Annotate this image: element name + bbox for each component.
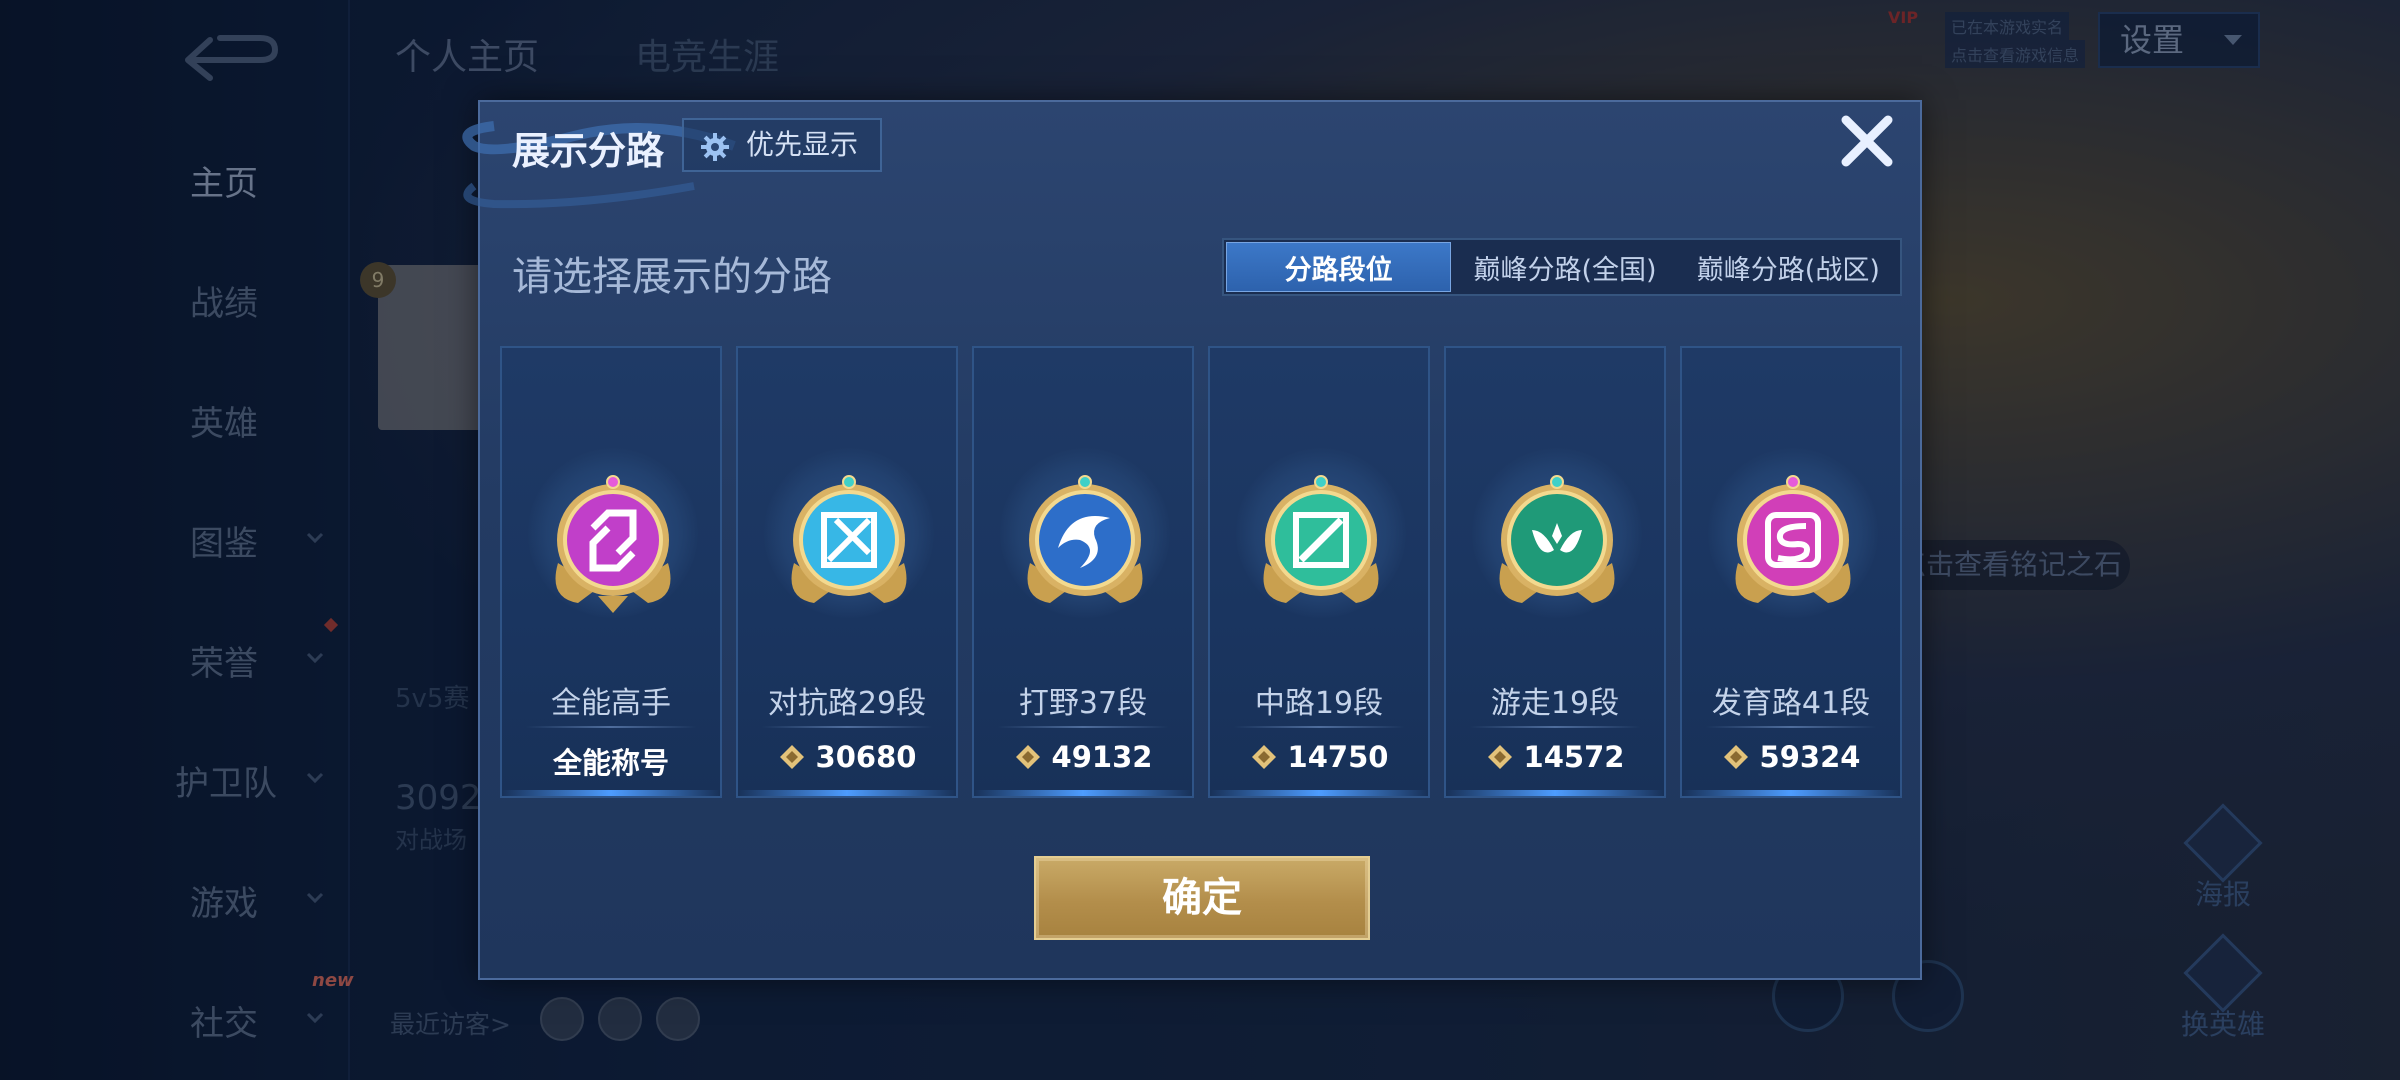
jungle-badge-icon [1027, 475, 1143, 603]
lane-card-list: 全能高手 全能称号 对抗路29段 30680 打野37段 49132 中路19段… [500, 346, 1904, 798]
gear-icon [701, 133, 729, 161]
points-icon [1015, 745, 1040, 769]
divider [1470, 726, 1640, 728]
dialog-subtitle: 请选择展示的分路 [512, 254, 832, 300]
lane-card-farm[interactable]: 发育路41段 59324 [1680, 346, 1902, 798]
lane-rank-label: 游走19段 [1490, 686, 1620, 721]
lane-card-jungle[interactable]: 打野37段 49132 [972, 346, 1194, 798]
lane-value: 全能称号 [502, 740, 720, 782]
lane-card-all-round[interactable]: 全能高手 全能称号 [500, 346, 722, 798]
points-icon [1487, 745, 1512, 769]
dialog-title: 展示分路 [512, 129, 665, 173]
tab-lane-rank[interactable]: 分路段位 [1226, 242, 1452, 292]
lane-card-mid[interactable]: 中路19段 14750 [1208, 346, 1430, 798]
lane-display-dialog: 展示分路 优先显示 请选择展示的分路 分路段位 巅峰分路(全国) 巅峰分路(战区… [462, 100, 1922, 980]
farm-lane-badge-icon [1735, 475, 1851, 603]
lane-type-tabs: 分路段位 巅峰分路(全国) 巅峰分路(战区) [1222, 238, 1902, 296]
priority-display-button[interactable]: 优先显示 [682, 118, 882, 172]
lane-card-roam[interactable]: 游走19段 14572 [1444, 346, 1666, 798]
lane-value-text: 49132 [1051, 740, 1153, 774]
divider [526, 726, 696, 728]
lane-value: 30680 [738, 740, 956, 774]
lane-rank-label: 打野37段 [1018, 686, 1148, 721]
lane-value-text: 59324 [1759, 740, 1861, 774]
lane-value-text: 14750 [1287, 740, 1389, 774]
confirm-button[interactable]: 确定 [1034, 856, 1370, 940]
divider [1706, 726, 1876, 728]
lane-rank-label: 全能高手 [551, 686, 671, 721]
lane-rank-label: 对抗路29段 [767, 686, 927, 721]
points-icon [779, 745, 804, 769]
points-icon [1251, 745, 1276, 769]
roam-badge-icon [1499, 475, 1615, 603]
divider [1234, 726, 1404, 728]
divider [762, 726, 932, 728]
lane-card-clash[interactable]: 对抗路29段 30680 [736, 346, 958, 798]
tab-peak-lane-national[interactable]: 巅峰分路(全国) [1453, 240, 1676, 294]
lane-value-text: 14572 [1523, 740, 1625, 774]
lane-value-text: 全能称号 [552, 746, 669, 780]
priority-display-label: 优先显示 [746, 128, 859, 161]
clash-lane-badge-icon [791, 475, 907, 603]
divider [998, 726, 1168, 728]
close-icon[interactable] [1838, 112, 1896, 170]
lane-value: 14572 [1446, 740, 1664, 774]
lane-value-text: 30680 [815, 740, 917, 774]
mid-lane-badge-icon [1263, 475, 1379, 603]
lane-value: 49132 [974, 740, 1192, 774]
lane-rank-label: 发育路41段 [1711, 686, 1871, 721]
lane-rank-label: 中路19段 [1254, 686, 1384, 721]
points-icon [1723, 745, 1748, 769]
all-round-badge-icon [555, 475, 671, 613]
lane-value: 14750 [1210, 740, 1428, 774]
app-screen: 主页 战绩 英雄 图鉴 荣誉 护卫队 游戏 社交 new 个人主页 电竞生涯 9… [0, 0, 2400, 1080]
lane-value: 59324 [1682, 740, 1900, 774]
tab-peak-lane-region[interactable]: 巅峰分路(战区) [1677, 240, 1900, 294]
